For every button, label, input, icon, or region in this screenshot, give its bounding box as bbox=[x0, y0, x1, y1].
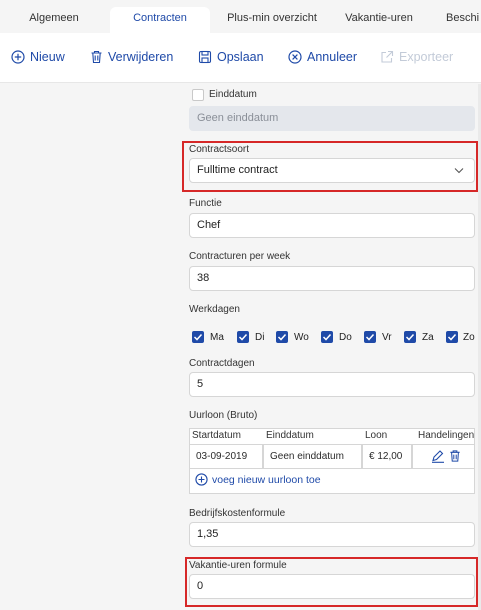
uurloon-cell-loon: € 12,00 bbox=[362, 444, 412, 469]
werkdag-do-checkbox[interactable] bbox=[321, 331, 333, 343]
plus-circle-icon bbox=[195, 473, 208, 486]
einddatum-field: Geen einddatum bbox=[189, 106, 475, 131]
werkdag-di-label: Di bbox=[255, 332, 265, 343]
tab-algemeen[interactable]: Algemeen bbox=[14, 7, 94, 33]
add-uurloon-link[interactable]: voeg nieuw uurloon toe bbox=[195, 473, 321, 486]
contractsoort-select[interactable]: Fulltime contract bbox=[189, 158, 475, 183]
chevron-down-icon bbox=[454, 168, 464, 174]
uurloon-header-handelingen: Handelingen bbox=[418, 430, 475, 441]
save-button-label: Opslaan bbox=[217, 50, 264, 64]
werkdag-wo-checkbox[interactable] bbox=[276, 331, 288, 343]
vakantie-field[interactable]: 0 bbox=[189, 574, 475, 599]
contractsoort-value: Fulltime contract bbox=[197, 164, 278, 176]
delete-button-label: Verwijderen bbox=[108, 50, 174, 64]
werkdag-di-checkbox[interactable] bbox=[237, 331, 249, 343]
werkdag-za-label: Za bbox=[422, 332, 434, 343]
new-button-label: Nieuw bbox=[30, 50, 65, 64]
uurloon-label: Uurloon (Bruto) bbox=[189, 410, 258, 421]
werkdagen-label: Werkdagen bbox=[189, 304, 240, 315]
export-button[interactable]: Exporteer bbox=[380, 47, 453, 67]
trash-icon bbox=[91, 50, 102, 64]
vakantie-label: Vakantie-uren formule bbox=[189, 560, 287, 571]
uurloon-cell-startdatum: 03-09-2019 bbox=[189, 444, 263, 469]
uurloon-header-loon: Loon bbox=[365, 430, 388, 441]
functie-label: Functie bbox=[189, 198, 222, 209]
new-button[interactable]: Nieuw bbox=[11, 47, 65, 67]
contractsoort-label: Contractsoort bbox=[189, 144, 250, 155]
contract-form: Einddatum Geen einddatum Contractsoort F… bbox=[0, 84, 481, 610]
werkdag-do-label: Do bbox=[339, 332, 352, 343]
delete-button[interactable]: Verwijderen bbox=[90, 47, 173, 67]
contractdagen-label: Contractdagen bbox=[189, 358, 255, 369]
tab-contracten[interactable]: Contracten bbox=[110, 7, 210, 33]
cancel-button[interactable]: Annuleer bbox=[288, 47, 357, 67]
werkdag-za-checkbox[interactable] bbox=[404, 331, 416, 343]
werkdag-wo-label: Wo bbox=[294, 332, 309, 343]
uurloon-header-einddatum: Einddatum bbox=[266, 430, 314, 441]
tab-beschikbaarheid[interactable]: Beschi bbox=[446, 7, 481, 33]
einddatum-checkbox[interactable] bbox=[192, 89, 204, 101]
uurloon-cell-einddatum: Geen einddatum bbox=[263, 444, 362, 469]
close-circle-icon bbox=[288, 50, 302, 64]
werkdag-zo-label: Zo bbox=[463, 332, 475, 343]
contractdagen-field[interactable]: 5 bbox=[189, 372, 475, 397]
cancel-button-label: Annuleer bbox=[307, 50, 358, 64]
werkdag-vr-label: Vr bbox=[382, 332, 392, 343]
export-icon bbox=[381, 50, 394, 63]
tab-bar: Algemeen Contracten Plus-min overzicht V… bbox=[0, 0, 481, 33]
functie-field[interactable]: Chef bbox=[189, 213, 475, 238]
werkdag-ma-checkbox[interactable] bbox=[192, 331, 204, 343]
trash-icon[interactable] bbox=[449, 449, 461, 463]
bedrijfskosten-label: Bedrijfskostenformule bbox=[189, 508, 286, 519]
add-uurloon-label: voeg nieuw uurloon toe bbox=[212, 473, 321, 486]
tab-vakantie-uren[interactable]: Vakantie-uren bbox=[337, 7, 421, 33]
einddatum-label: Einddatum bbox=[209, 89, 257, 100]
werkdag-ma-label: Ma bbox=[210, 332, 224, 343]
werkdag-zo-checkbox[interactable] bbox=[446, 331, 458, 343]
uurloon-header-startdatum: Startdatum bbox=[192, 430, 241, 441]
save-button[interactable]: Opslaan bbox=[198, 47, 264, 67]
bedrijfskosten-field[interactable]: 1,35 bbox=[189, 522, 475, 547]
tab-plus-min-overzicht[interactable]: Plus-min overzicht bbox=[222, 7, 322, 33]
export-button-label: Exporteer bbox=[399, 50, 454, 64]
edit-pencil-icon[interactable] bbox=[431, 450, 445, 463]
uurloon-cell-actions bbox=[412, 444, 475, 469]
contracturen-label: Contracturen per week bbox=[189, 251, 291, 262]
save-icon bbox=[198, 50, 212, 64]
contracturen-field[interactable]: 38 bbox=[189, 266, 475, 291]
plus-circle-icon bbox=[11, 50, 25, 64]
werkdag-vr-checkbox[interactable] bbox=[364, 331, 376, 343]
toolbar: Nieuw Verwijderen Opslaan Annuleer Expor… bbox=[0, 33, 481, 83]
